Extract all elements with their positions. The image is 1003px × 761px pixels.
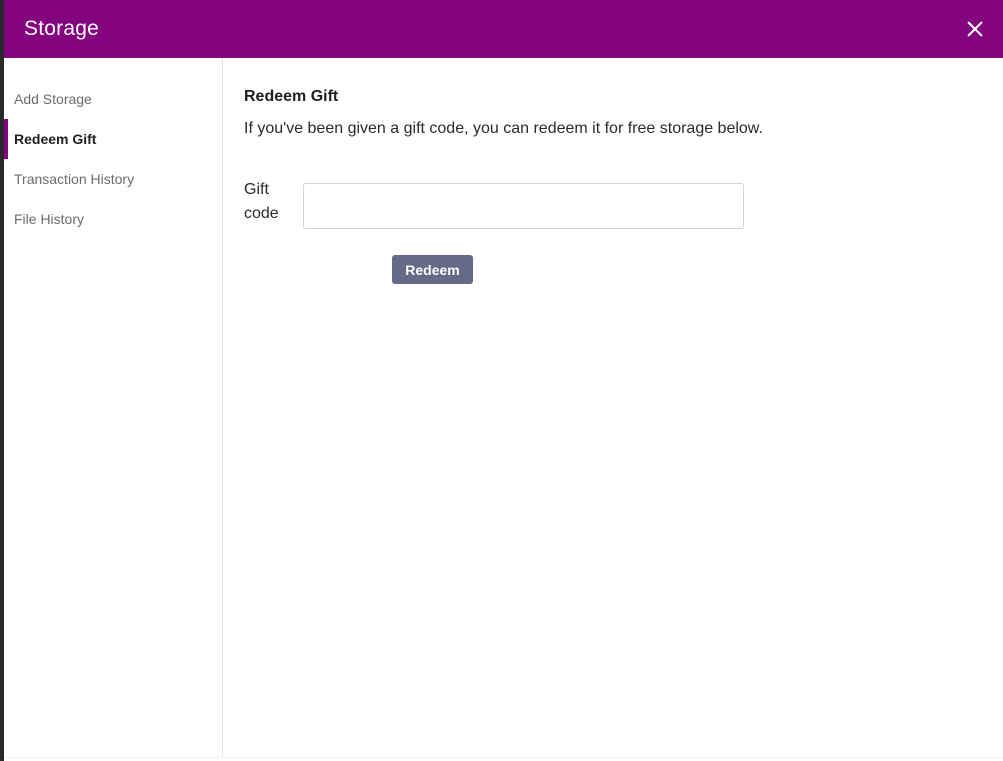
gift-code-label-line2: code [244, 205, 279, 222]
gift-code-label-line1: Gift [244, 181, 269, 198]
sidebar-item-label: Transaction History [14, 171, 135, 187]
storage-modal: Storage Add Storage Redeem Gift Transact… [4, 0, 1003, 757]
redeem-button[interactable]: Redeem [392, 255, 473, 284]
modal-title: Storage [24, 17, 99, 40]
close-icon[interactable] [963, 17, 987, 41]
sidebar-item-transaction-history[interactable]: Transaction History [4, 159, 222, 199]
gift-code-input[interactable] [303, 183, 744, 229]
modal-header: Storage [4, 0, 1003, 58]
sidebar-item-label: File History [14, 211, 85, 227]
sidebar-item-label: Redeem Gift [14, 131, 97, 147]
sidebar-item-redeem-gift[interactable]: Redeem Gift [4, 119, 222, 159]
sidebar-item-file-history[interactable]: File History [4, 199, 222, 239]
storage-sidebar: Add Storage Redeem Gift Transaction Hist… [4, 58, 223, 757]
section-description: If you've been given a gift code, you ca… [244, 120, 763, 137]
gift-code-label: Gift code [244, 178, 294, 226]
sidebar-item-add-storage[interactable]: Add Storage [4, 79, 222, 119]
section-title: Redeem Gift [244, 88, 339, 105]
sidebar-item-label: Add Storage [14, 91, 92, 107]
